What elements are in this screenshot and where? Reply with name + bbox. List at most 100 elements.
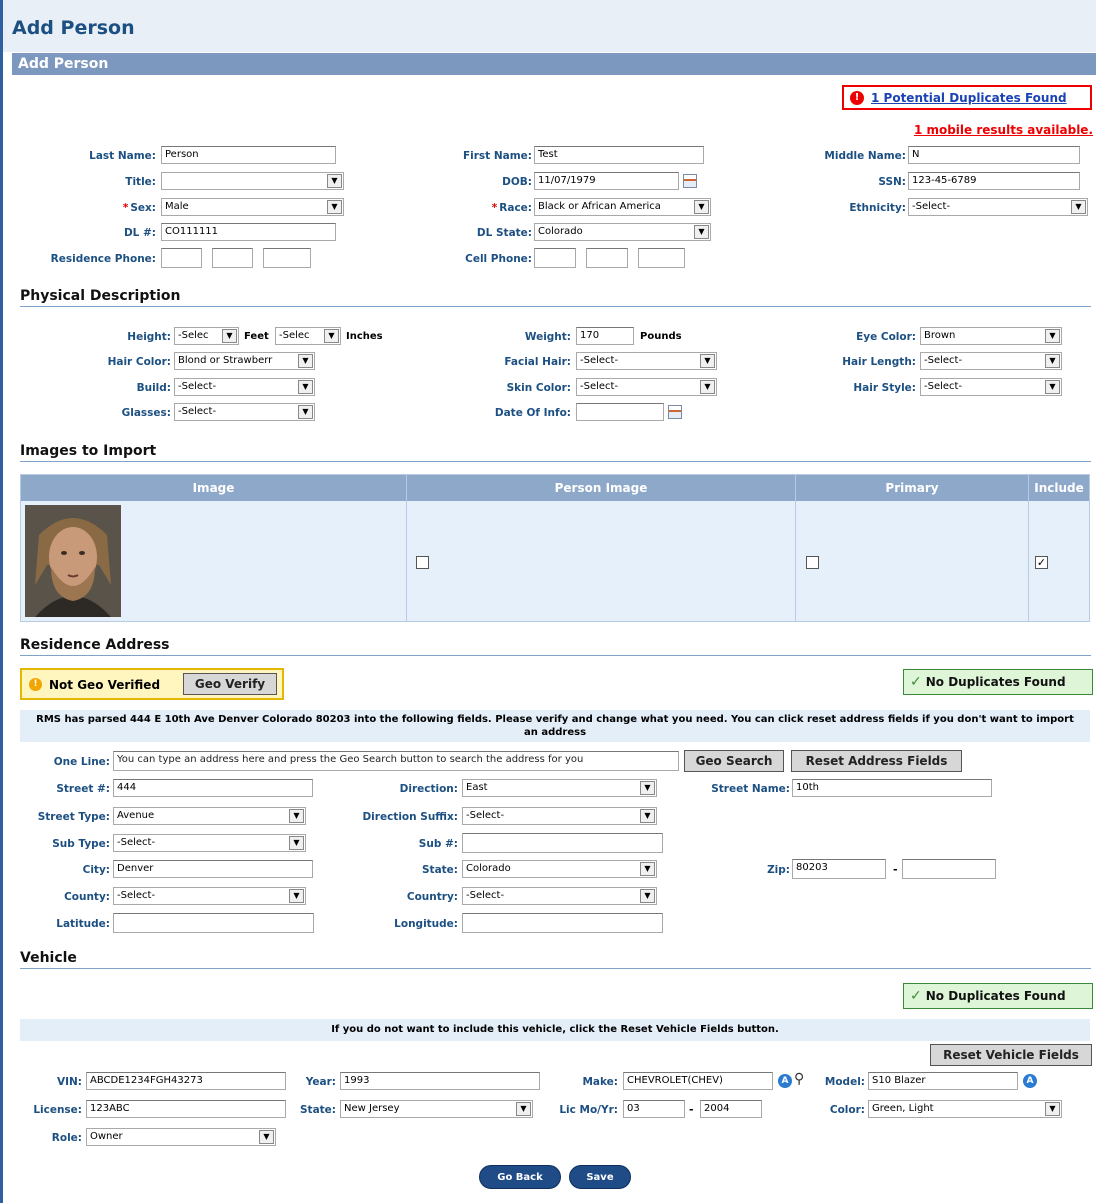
middle-name-input[interactable]: N bbox=[908, 146, 1080, 164]
model-input[interactable]: S10 Blazer bbox=[868, 1072, 1018, 1090]
mobile-results-link[interactable]: 1 mobile results available. bbox=[914, 123, 1093, 137]
state-label: State: bbox=[421, 864, 458, 876]
column-divider bbox=[406, 475, 407, 621]
zip-label: Zip: bbox=[767, 864, 790, 876]
include-checkbox[interactable]: ✓ bbox=[1035, 556, 1048, 569]
chevron-down-icon: ▼ bbox=[327, 174, 342, 188]
direction-select[interactable]: East ▼ bbox=[462, 779, 657, 797]
zip-ext-input[interactable] bbox=[902, 859, 996, 879]
dob-input[interactable]: 11/07/1979 bbox=[534, 172, 679, 190]
height-label: Height: bbox=[127, 331, 171, 343]
person-photo[interactable] bbox=[25, 505, 121, 617]
page-title: Add Person bbox=[12, 17, 135, 39]
longitude-input[interactable] bbox=[462, 913, 663, 933]
facial-hair-select[interactable]: -Select- ▼ bbox=[576, 352, 717, 370]
reset-address-button[interactable]: Reset Address Fields bbox=[791, 750, 962, 772]
role-select[interactable]: Owner ▼ bbox=[86, 1128, 276, 1146]
country-select[interactable]: -Select- ▼ bbox=[462, 887, 657, 905]
city-label: City: bbox=[82, 864, 110, 876]
hair-length-select[interactable]: -Select- ▼ bbox=[920, 352, 1062, 370]
vehicle-color-label: Color: bbox=[829, 1104, 865, 1116]
lic-month-input[interactable]: 03 bbox=[623, 1100, 685, 1118]
vehicle-state-select[interactable]: New Jersey ▼ bbox=[340, 1100, 533, 1118]
city-input[interactable]: Denver bbox=[113, 860, 313, 878]
geo-verify-button[interactable]: Geo Verify bbox=[183, 673, 277, 695]
hair-color-select[interactable]: Blond or Strawberr ▼ bbox=[174, 352, 315, 370]
glasses-select[interactable]: -Select- ▼ bbox=[174, 403, 315, 421]
chevron-down-icon: ▼ bbox=[1045, 354, 1060, 368]
first-name-input[interactable]: Test bbox=[534, 146, 704, 164]
middle-name-label: Middle Name: bbox=[824, 150, 906, 162]
eye-color-select[interactable]: Brown ▼ bbox=[920, 327, 1062, 345]
chevron-down-icon: ▼ bbox=[1071, 200, 1086, 214]
vehicle-color-select[interactable]: Green, Light ▼ bbox=[868, 1100, 1062, 1118]
panel-title: Add Person bbox=[18, 56, 109, 72]
person-image-checkbox[interactable] bbox=[416, 556, 429, 569]
street-name-label: Street Name: bbox=[711, 783, 790, 795]
street-name-input[interactable]: 10th bbox=[792, 779, 992, 797]
res-phone-line[interactable] bbox=[263, 248, 311, 268]
save-button[interactable]: Save bbox=[569, 1165, 631, 1189]
title-select[interactable]: ▼ bbox=[161, 172, 344, 190]
ssn-label: SSN: bbox=[878, 176, 906, 188]
calendar-icon[interactable] bbox=[683, 174, 697, 188]
year-input[interactable]: 1993 bbox=[340, 1072, 540, 1090]
height-feet-select[interactable]: -Selec ▼ bbox=[174, 327, 239, 345]
hair-style-select[interactable]: -Select- ▼ bbox=[920, 378, 1062, 396]
build-select[interactable]: -Select- ▼ bbox=[174, 378, 315, 396]
primary-checkbox[interactable] bbox=[806, 556, 819, 569]
latitude-input[interactable] bbox=[113, 913, 314, 933]
sex-select[interactable]: Male ▼ bbox=[161, 198, 344, 216]
chevron-down-icon: ▼ bbox=[700, 380, 715, 394]
search-icon[interactable]: ⚲ bbox=[794, 1071, 804, 1087]
make-input[interactable]: CHEVROLET(CHEV) bbox=[623, 1072, 773, 1090]
last-name-input[interactable]: Person bbox=[161, 146, 336, 164]
street-no-input[interactable]: 444 bbox=[113, 779, 313, 797]
geo-search-button[interactable]: Geo Search bbox=[684, 750, 784, 772]
cell-phone-line[interactable] bbox=[638, 248, 685, 268]
chevron-down-icon: ▼ bbox=[640, 889, 655, 903]
dl-input[interactable]: CO111111 bbox=[161, 223, 336, 241]
required-marker: * bbox=[122, 202, 129, 214]
lic-year-input[interactable]: 2004 bbox=[700, 1100, 762, 1118]
calendar-icon[interactable] bbox=[668, 405, 682, 419]
ethnicity-select[interactable]: -Select- ▼ bbox=[908, 198, 1088, 216]
autocomplete-icon[interactable]: A bbox=[1023, 1074, 1037, 1088]
zip-input[interactable]: 80203 bbox=[792, 859, 886, 879]
res-phone-area[interactable] bbox=[161, 248, 202, 268]
sub-no-input[interactable] bbox=[462, 833, 663, 853]
vin-input[interactable]: ABCDE1234FGH43273 bbox=[86, 1072, 286, 1090]
race-select[interactable]: Black or African America ▼ bbox=[534, 198, 711, 216]
title-label: Title: bbox=[125, 176, 156, 188]
ssn-input[interactable]: 123-45-6789 bbox=[908, 172, 1080, 190]
cell-phone-area[interactable] bbox=[534, 248, 576, 268]
res-phone-prefix[interactable] bbox=[212, 248, 253, 268]
state-select[interactable]: Colorado ▼ bbox=[462, 860, 657, 878]
first-name-label: First Name: bbox=[462, 150, 532, 162]
date-info-input[interactable] bbox=[576, 403, 664, 421]
vehicle-message: If you do not want to include this vehic… bbox=[20, 1019, 1090, 1041]
chevron-down-icon: ▼ bbox=[298, 405, 313, 419]
dl-state-select[interactable]: Colorado ▼ bbox=[534, 223, 711, 241]
county-select[interactable]: -Select- ▼ bbox=[113, 887, 306, 905]
sub-type-select[interactable]: -Select- ▼ bbox=[113, 834, 306, 852]
duplicates-link[interactable]: 1 Potential Duplicates Found bbox=[871, 91, 1067, 105]
license-input[interactable]: 123ABC bbox=[86, 1100, 286, 1118]
chevron-down-icon: ▼ bbox=[259, 1130, 274, 1144]
dir-suffix-select[interactable]: -Select- ▼ bbox=[462, 807, 657, 825]
height-inches-select[interactable]: -Selec ▼ bbox=[275, 327, 341, 345]
weight-input[interactable]: 170 bbox=[576, 327, 634, 345]
cell-phone-prefix[interactable] bbox=[586, 248, 628, 268]
address-parse-message: RMS has parsed 444 E 10th Ave Denver Col… bbox=[20, 710, 1090, 742]
chevron-down-icon: ▼ bbox=[1045, 329, 1060, 343]
left-border bbox=[0, 0, 3, 1203]
panel-title-bar bbox=[12, 53, 1096, 75]
duplicates-alert[interactable]: ! 1 Potential Duplicates Found bbox=[842, 85, 1092, 110]
skin-color-select[interactable]: -Select- ▼ bbox=[576, 378, 717, 396]
street-type-select[interactable]: Avenue ▼ bbox=[113, 807, 306, 825]
autocomplete-icon[interactable]: A bbox=[778, 1074, 792, 1088]
reset-vehicle-button[interactable]: Reset Vehicle Fields bbox=[930, 1044, 1092, 1066]
go-back-button[interactable]: Go Back bbox=[479, 1165, 561, 1189]
col-header-person-image: Person Image bbox=[554, 481, 648, 495]
one-line-input[interactable]: You can type an address here and press t… bbox=[113, 751, 679, 771]
